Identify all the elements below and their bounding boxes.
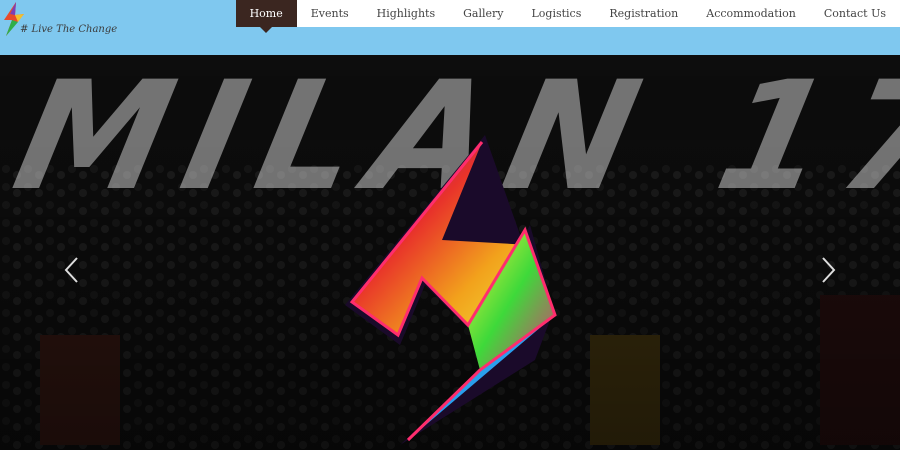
- carousel-prev-chevron-left-icon[interactable]: [62, 255, 82, 285]
- main-nav: Home Events Highlights Gallery Logistics…: [235, 0, 900, 33]
- hero-carousel: MILAN 17: [0, 55, 900, 450]
- header-bar: # Live The Change Home Events Highlights…: [0, 0, 900, 55]
- nav-highlights[interactable]: Highlights: [363, 0, 449, 27]
- nav-registration[interactable]: Registration: [595, 0, 692, 27]
- nav-logistics[interactable]: Logistics: [517, 0, 595, 27]
- nav-accommodation[interactable]: Accommodation: [692, 0, 810, 27]
- nav-home[interactable]: Home: [235, 0, 297, 33]
- tagline: # Live The Change: [20, 24, 118, 35]
- nav-gallery[interactable]: Gallery: [449, 0, 517, 27]
- carousel-next-chevron-right-icon[interactable]: [818, 255, 838, 285]
- nav-contact-us[interactable]: Contact Us: [810, 0, 900, 27]
- milan-bolt-logo-icon: [345, 135, 557, 445]
- nav-events[interactable]: Events: [297, 0, 363, 27]
